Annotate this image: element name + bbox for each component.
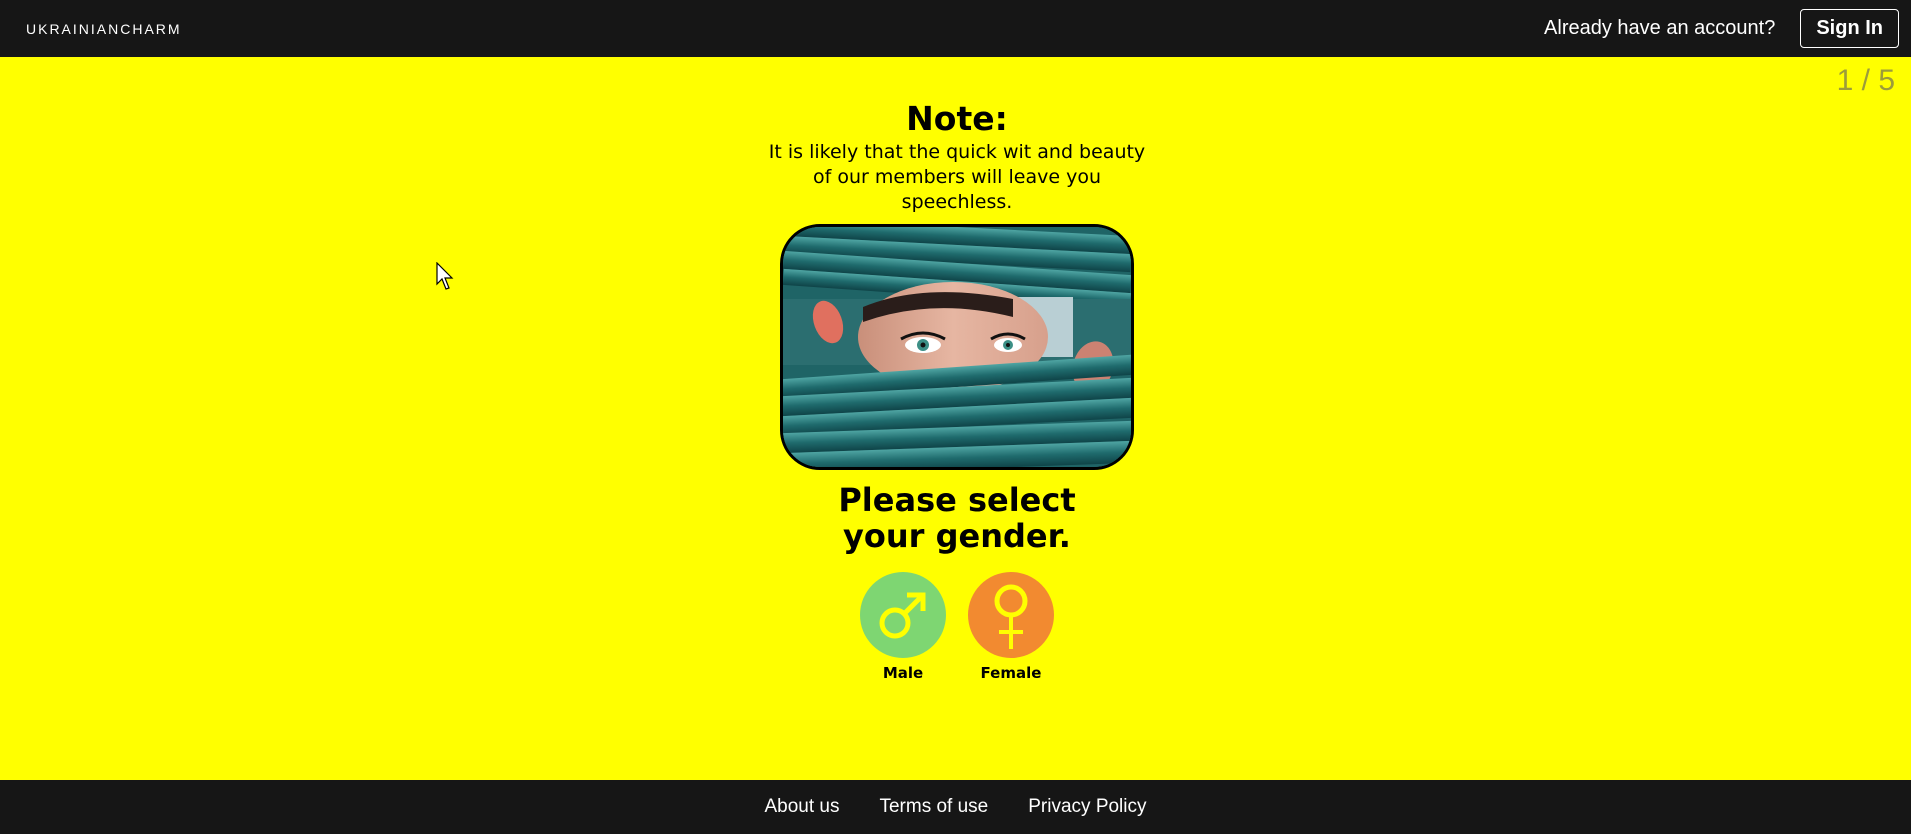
male-option[interactable]: Male — [860, 572, 946, 682]
female-label: Female — [980, 664, 1042, 682]
header-account-area: Already have an account? Sign In — [1544, 9, 1899, 48]
note-text: It is likely that the quick wit and beau… — [768, 141, 1146, 213]
sign-in-button[interactable]: Sign In — [1800, 9, 1899, 48]
page: UKRAINIANCHARM Already have an account? … — [0, 0, 1911, 834]
account-prompt-text: Already have an account? — [1544, 17, 1776, 39]
site-logo[interactable]: UKRAINIANCHARM — [26, 21, 182, 37]
female-symbol-icon — [994, 584, 1028, 649]
footer-link-privacy-policy[interactable]: Privacy Policy — [1028, 796, 1146, 818]
gender-options: Male Female — [757, 572, 1157, 682]
female-button[interactable] — [968, 572, 1054, 658]
teaser-image — [780, 224, 1134, 470]
female-option[interactable]: Female — [968, 572, 1054, 682]
mouse-cursor-icon — [436, 262, 454, 290]
signup-step-content: Note: It is likely that the quick wit an… — [757, 98, 1157, 682]
footer: About us Terms of use Privacy Policy — [0, 780, 1911, 834]
footer-link-about-us[interactable]: About us — [764, 796, 839, 818]
male-button[interactable] — [860, 572, 946, 658]
male-symbol-icon — [879, 592, 926, 639]
top-navbar: UKRAINIANCHARM Already have an account? … — [0, 0, 1911, 57]
footer-link-terms-of-use[interactable]: Terms of use — [879, 796, 988, 818]
note-title: Note: — [906, 99, 1008, 138]
step-counter: 1 / 5 — [1836, 64, 1895, 97]
woman-peeking-through-blinds-image — [783, 227, 1131, 467]
gender-prompt: Please select your gender. — [838, 481, 1076, 555]
male-label: Male — [882, 664, 924, 682]
